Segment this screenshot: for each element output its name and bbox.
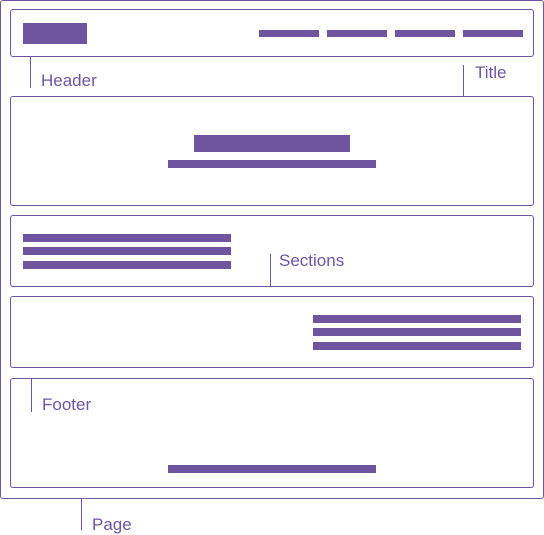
header-label: Header: [41, 71, 97, 90]
footer-content-placeholder: [168, 465, 376, 473]
title-subtitle-placeholder: [168, 160, 376, 168]
header-block: [10, 9, 534, 57]
nav-item-1-placeholder: [259, 30, 319, 37]
title-heading-placeholder: [194, 135, 350, 152]
section-block-1: [10, 215, 534, 287]
page-callout-line: [81, 499, 82, 530]
sections-label: Sections: [279, 251, 345, 270]
section-2-line-3: [313, 342, 521, 350]
section-1-line-3: [23, 261, 231, 269]
logo-placeholder: [23, 23, 87, 44]
title-callout-line: [463, 65, 464, 96]
section-block-2: [10, 296, 534, 368]
section-2-line-2: [313, 328, 521, 336]
section-2-line-1: [313, 315, 521, 323]
sections-callout-line: [270, 254, 271, 287]
nav-item-4-placeholder: [463, 30, 523, 37]
title-label: Title: [475, 63, 507, 82]
page-label: Page: [92, 515, 132, 534]
section-1-line-1: [23, 234, 231, 242]
section-1-line-2: [23, 247, 231, 255]
header-callout-line: [30, 57, 31, 88]
nav-item-3-placeholder: [395, 30, 455, 37]
nav-item-2-placeholder: [327, 30, 387, 37]
footer-label: Footer: [42, 395, 92, 414]
footer-callout-line: [31, 379, 32, 412]
title-block: [10, 96, 534, 206]
